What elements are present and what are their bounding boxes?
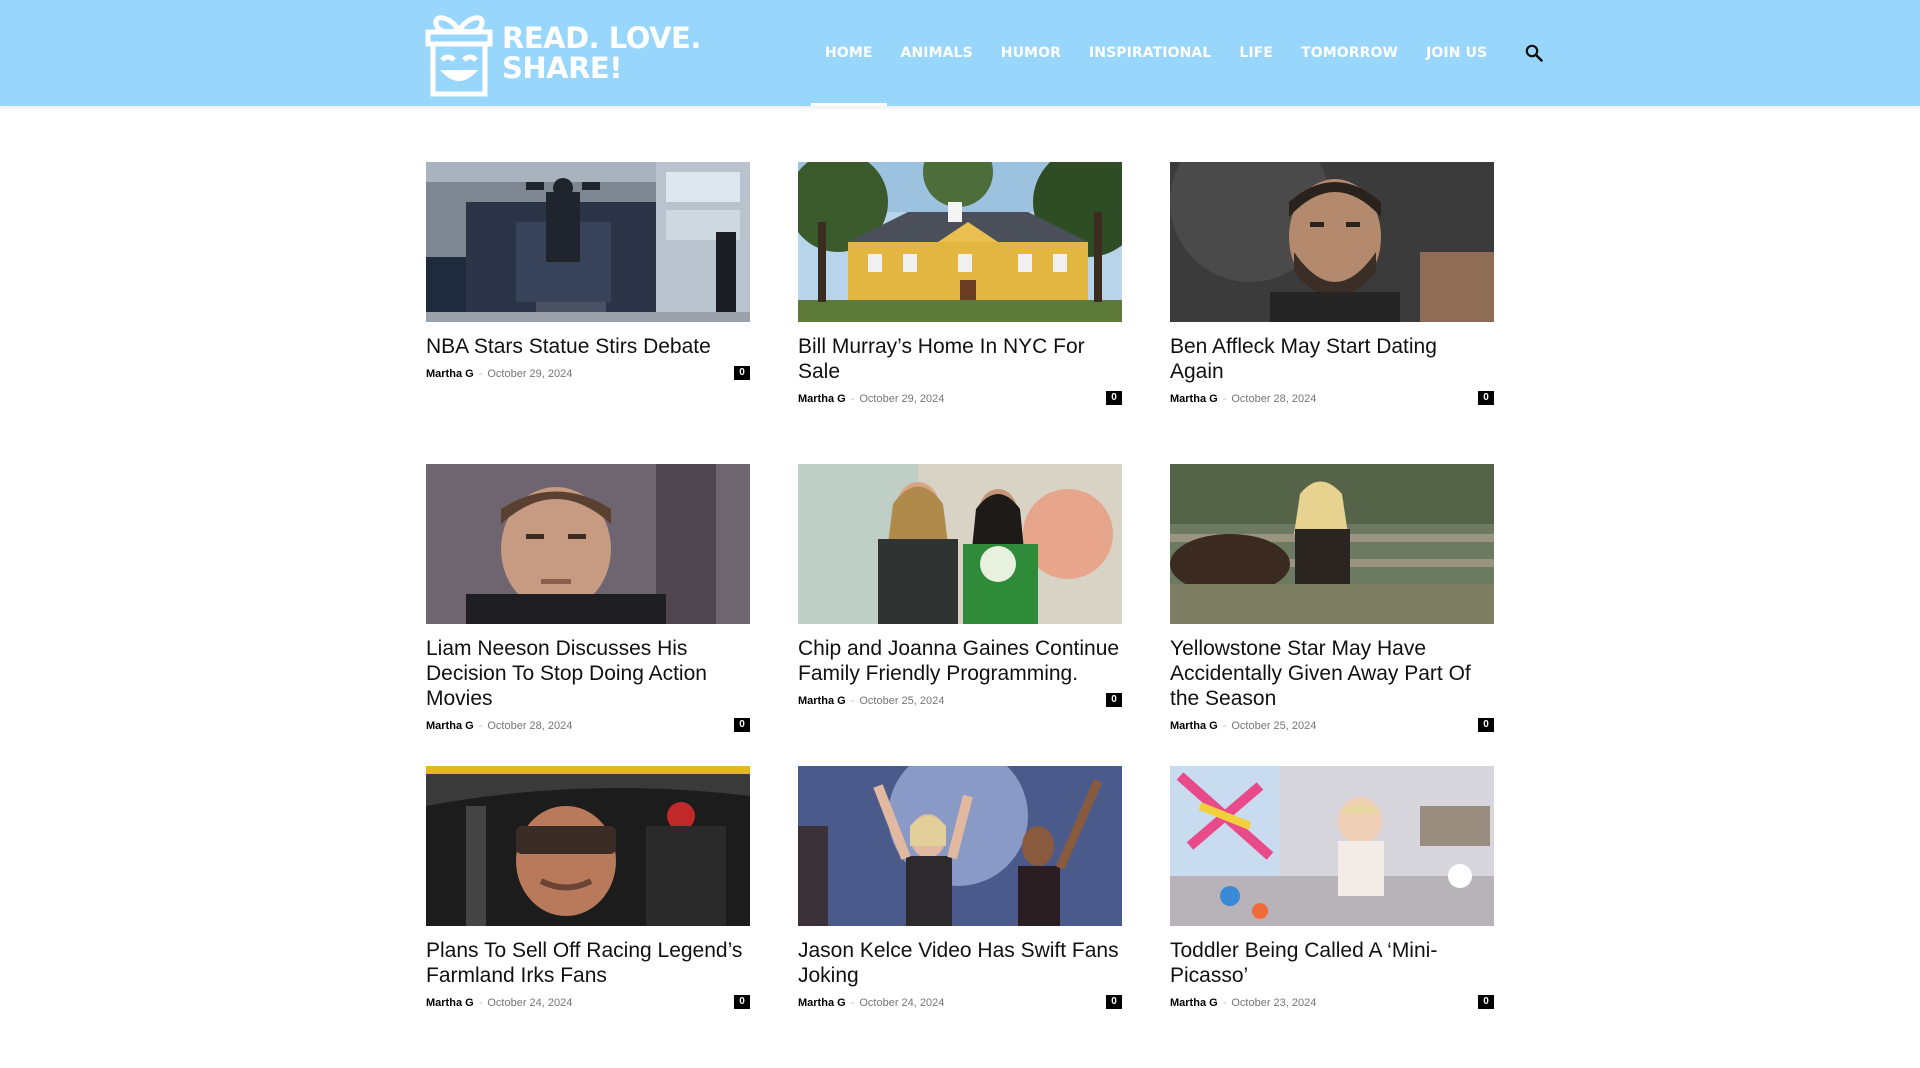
post-author[interactable]: Martha G xyxy=(426,368,474,380)
meta-separator: - xyxy=(1222,719,1227,732)
post-date: October 28, 2024 xyxy=(1231,392,1317,405)
meta-separator: - xyxy=(1222,392,1227,405)
comment-count-badge[interactable]: 0 xyxy=(1478,717,1494,732)
post-title[interactable]: Toddler Being Called A ‘Mini-Picasso’ xyxy=(1170,938,1494,988)
post-author[interactable]: Martha G xyxy=(1170,393,1218,405)
meta-separator: - xyxy=(478,996,483,1009)
meta-separator: - xyxy=(850,694,855,707)
comment-count-badge[interactable]: 0 xyxy=(1106,692,1122,707)
post-meta: Martha G - October 29, 2024 0 xyxy=(798,390,1122,406)
post-author[interactable]: Martha G xyxy=(1170,997,1218,1009)
comment-count-badge[interactable]: 0 xyxy=(1478,994,1494,1009)
post-card: Chip and Joanna Gaines Continue Family F… xyxy=(798,464,1122,766)
post-card: Yellowstone Star May Have Accidentally G… xyxy=(1170,464,1494,766)
post-date: October 25, 2024 xyxy=(1231,719,1317,732)
search-button[interactable] xyxy=(1501,0,1565,106)
post-meta: Martha G - October 24, 2024 0 xyxy=(426,994,750,1010)
post-author[interactable]: Martha G xyxy=(798,393,846,405)
post-meta: Martha G - October 25, 2024 0 xyxy=(1170,717,1494,733)
post-title[interactable]: Chip and Joanna Gaines Continue Family F… xyxy=(798,636,1122,686)
gift-smile-icon xyxy=(425,15,493,97)
ranch-image xyxy=(1170,464,1494,624)
concert-image xyxy=(798,766,1122,926)
toddler-painting-image xyxy=(1170,766,1494,926)
post-date: October 25, 2024 xyxy=(859,694,945,707)
post-thumbnail[interactable] xyxy=(426,766,750,926)
comment-count-badge[interactable]: 0 xyxy=(734,994,750,1009)
couple-image xyxy=(798,464,1122,624)
nav-item-inspirational[interactable]: INSPIRATIONAL xyxy=(1075,0,1225,106)
post-card: Jason Kelce Video Has Swift Fans Joking … xyxy=(798,766,1122,1068)
nav-item-tomorrow[interactable]: TOMORROW xyxy=(1287,0,1412,106)
post-thumbnail[interactable] xyxy=(1170,766,1494,926)
post-date: October 23, 2024 xyxy=(1231,996,1317,1009)
meta-separator: - xyxy=(850,392,855,405)
post-thumbnail[interactable] xyxy=(798,766,1122,926)
post-meta: Martha G - October 25, 2024 0 xyxy=(798,692,1122,708)
post-card: Plans To Sell Off Racing Legend’s Farmla… xyxy=(426,766,750,1068)
logo-line-2: SHARE! xyxy=(502,51,622,85)
post-card: Liam Neeson Discusses His Decision To St… xyxy=(426,464,750,766)
comment-count-badge[interactable]: 0 xyxy=(1478,390,1494,405)
post-date: October 24, 2024 xyxy=(859,996,945,1009)
post-title[interactable]: Liam Neeson Discusses His Decision To St… xyxy=(426,636,750,711)
post-meta: Martha G - October 28, 2024 0 xyxy=(1170,390,1494,406)
post-author[interactable]: Martha G xyxy=(798,997,846,1009)
post-date: October 29, 2024 xyxy=(859,392,945,405)
site-header: READ. LOVE. SHARE! HOME ANIMALS HUMOR IN… xyxy=(0,0,1920,106)
meta-separator: - xyxy=(1222,996,1227,1009)
logo-line-1: READ. LOVE. xyxy=(502,21,701,55)
post-meta: Martha G - October 28, 2024 0 xyxy=(426,717,750,733)
post-title[interactable]: NBA Stars Statue Stirs Debate xyxy=(426,334,750,359)
meta-separator: - xyxy=(850,996,855,1009)
site-logo[interactable]: READ. LOVE. SHARE! xyxy=(424,6,701,100)
statue-image xyxy=(426,162,750,322)
post-title[interactable]: Jason Kelce Video Has Swift Fans Joking xyxy=(798,938,1122,988)
post-date: October 24, 2024 xyxy=(487,996,573,1009)
post-meta: Martha G - October 23, 2024 0 xyxy=(1170,994,1494,1010)
post-author[interactable]: Martha G xyxy=(798,695,846,707)
post-author[interactable]: Martha G xyxy=(1170,720,1218,732)
logo-text: READ. LOVE. SHARE! xyxy=(502,23,701,83)
post-title[interactable]: Yellowstone Star May Have Accidentally G… xyxy=(1170,636,1494,711)
meta-separator: - xyxy=(478,719,483,732)
nav-item-life[interactable]: LIFE xyxy=(1225,0,1287,106)
nav-item-join-us[interactable]: JOIN US xyxy=(1412,0,1501,106)
post-thumbnail[interactable] xyxy=(798,464,1122,624)
search-icon xyxy=(1525,44,1543,62)
post-date: October 29, 2024 xyxy=(487,367,573,380)
meta-separator: - xyxy=(478,367,483,380)
post-date: October 28, 2024 xyxy=(487,719,573,732)
comment-count-badge[interactable]: 0 xyxy=(734,717,750,732)
post-card: NBA Stars Statue Stirs Debate Martha G -… xyxy=(426,162,750,464)
post-author[interactable]: Martha G xyxy=(426,997,474,1009)
post-card: Ben Affleck May Start Dating Again Marth… xyxy=(1170,162,1494,464)
post-author[interactable]: Martha G xyxy=(426,720,474,732)
post-thumbnail[interactable] xyxy=(1170,162,1494,322)
nav-item-animals[interactable]: ANIMALS xyxy=(887,0,987,106)
post-thumbnail[interactable] xyxy=(426,162,750,322)
portrait-image xyxy=(426,464,750,624)
comment-count-badge[interactable]: 0 xyxy=(1106,390,1122,405)
post-thumbnail[interactable] xyxy=(426,464,750,624)
post-meta: Martha G - October 24, 2024 0 xyxy=(798,994,1122,1010)
post-thumbnail[interactable] xyxy=(798,162,1122,322)
post-title[interactable]: Ben Affleck May Start Dating Again xyxy=(1170,334,1494,384)
post-grid: NBA Stars Statue Stirs Debate Martha G -… xyxy=(426,162,1494,1068)
comment-count-badge[interactable]: 0 xyxy=(1106,994,1122,1009)
post-title[interactable]: Bill Murray’s Home In NYC For Sale xyxy=(798,334,1122,384)
racecar-image xyxy=(426,766,750,926)
house-image xyxy=(798,162,1122,322)
nav-item-humor[interactable]: HUMOR xyxy=(987,0,1075,106)
post-card: Bill Murray’s Home In NYC For Sale Marth… xyxy=(798,162,1122,464)
post-title[interactable]: Plans To Sell Off Racing Legend’s Farmla… xyxy=(426,938,750,988)
post-meta: Martha G - October 29, 2024 0 xyxy=(426,365,750,381)
post-card: Toddler Being Called A ‘Mini-Picasso’ Ma… xyxy=(1170,766,1494,1068)
post-thumbnail[interactable] xyxy=(1170,464,1494,624)
portrait-image xyxy=(1170,162,1494,322)
nav-item-home[interactable]: HOME xyxy=(811,0,887,106)
main-nav: HOME ANIMALS HUMOR INSPIRATIONAL LIFE TO… xyxy=(811,0,1565,106)
comment-count-badge[interactable]: 0 xyxy=(734,365,750,380)
